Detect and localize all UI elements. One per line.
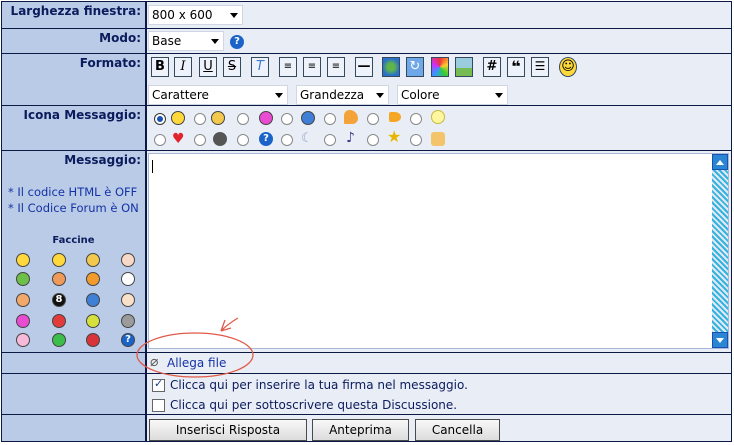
- annotation-circle: [136, 332, 254, 378]
- annotation-overlay: [136, 317, 254, 378]
